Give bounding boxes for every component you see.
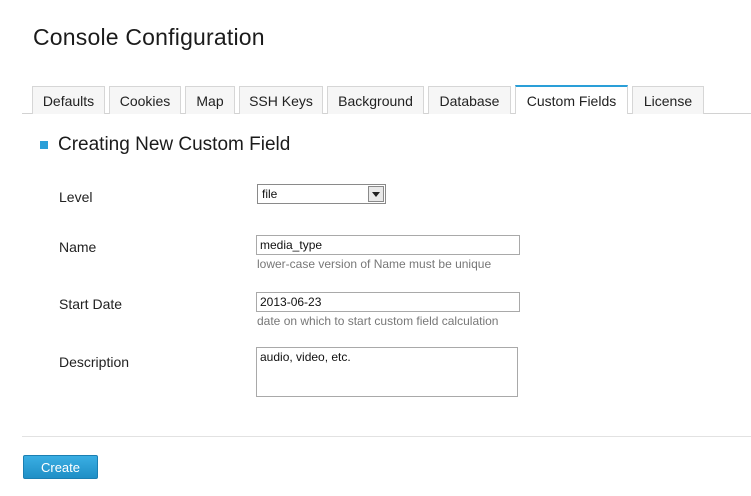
tab-map[interactable]: Map — [185, 86, 235, 114]
name-input[interactable] — [256, 235, 520, 255]
start-date-hint: date on which to start custom field calc… — [257, 314, 499, 328]
start-date-label: Start Date — [59, 296, 123, 312]
level-select[interactable]: file — [257, 184, 386, 204]
level-select-value: file — [262, 187, 278, 201]
description-label: Description — [59, 354, 130, 370]
tab-background[interactable]: Background — [327, 86, 424, 114]
tab-license[interactable]: License — [632, 86, 704, 114]
tab-custom-fields[interactable]: Custom Fields — [515, 85, 628, 114]
page-title: Console Configuration — [33, 24, 265, 50]
section-heading: Creating New Custom Field — [40, 134, 290, 156]
tab-database[interactable]: Database — [428, 86, 511, 114]
section-title: Creating New Custom Field — [58, 134, 291, 155]
tab-bar: Defaults Cookies Map SSH Keys Background… — [22, 85, 751, 114]
chevron-down-icon[interactable] — [368, 186, 384, 202]
description-textarea[interactable]: audio, video, etc. — [256, 347, 518, 397]
name-label: Name — [59, 239, 97, 255]
tab-ssh-keys[interactable]: SSH Keys — [239, 86, 323, 114]
name-hint: lower-case version of Name must be uniqu… — [257, 257, 492, 271]
tab-defaults[interactable]: Defaults — [32, 86, 105, 114]
level-label: Level — [59, 189, 93, 205]
tab-cookies[interactable]: Cookies — [109, 86, 181, 114]
create-button[interactable]: Create — [23, 455, 98, 479]
start-date-input[interactable] — [256, 292, 520, 312]
square-bullet-icon — [40, 141, 48, 149]
divider — [22, 436, 751, 437]
